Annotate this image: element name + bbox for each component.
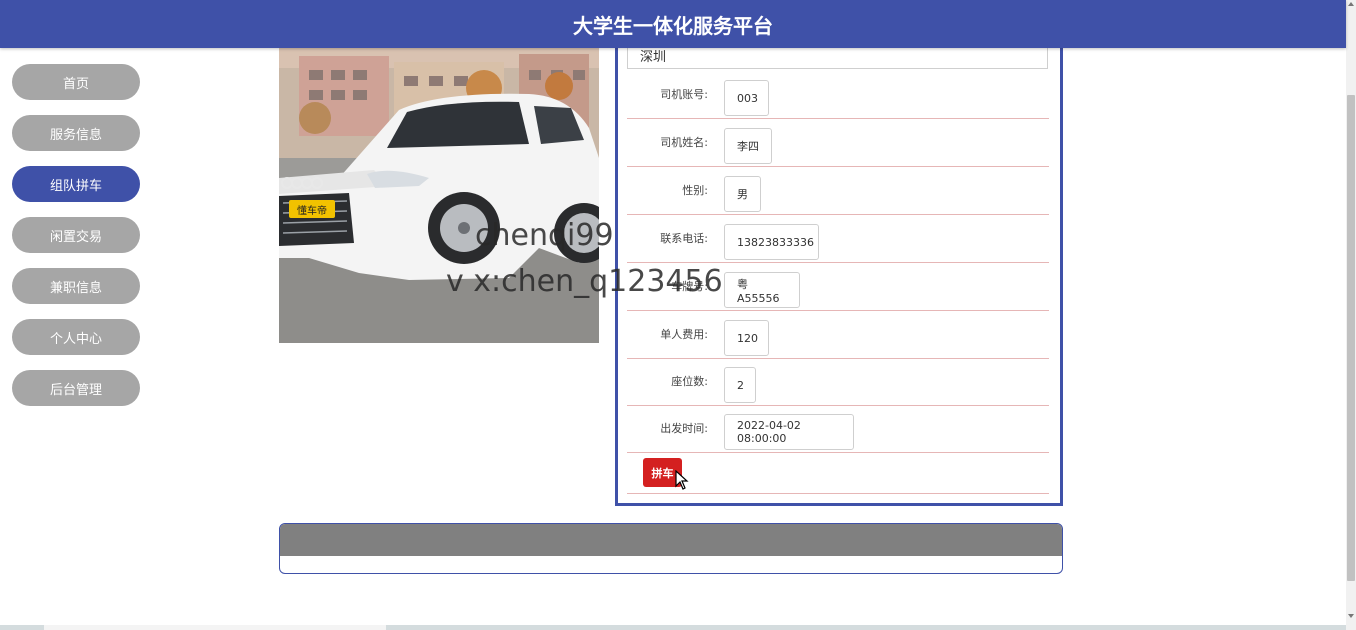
field-label: 座位数: [671, 375, 708, 388]
sidebar-item-services[interactable]: 服务信息 [12, 115, 140, 151]
field-value: 李四 [724, 128, 772, 164]
field-value: 2 [724, 367, 756, 403]
field-row-phone: 联系电话: 13823833336 [627, 214, 1049, 263]
mouse-cursor-icon [675, 470, 689, 490]
scroll-down-arrow-icon[interactable] [1348, 614, 1354, 618]
bottom-strip [0, 625, 1346, 630]
bottom-strip-segment [44, 625, 386, 630]
field-value: 粤A55556 [724, 272, 800, 308]
sidebar-item-carpool[interactable]: 组队拼车 [12, 166, 140, 202]
field-label: 单人费用: [660, 328, 708, 341]
field-row-departure: 出发时间: 2022-04-02 08:00:00 [627, 404, 1049, 453]
field-row-gender: 性别: 男 [627, 166, 1049, 215]
vertical-scrollbar[interactable] [1346, 0, 1356, 630]
field-row-cost: 单人费用: 120 [627, 310, 1049, 359]
field-row-driver-account: 司机账号: 003 [627, 70, 1049, 119]
plate-badge-text: 懂车帝 [297, 204, 327, 217]
sidebar-item-admin[interactable]: 后台管理 [12, 370, 140, 406]
action-row: 拼车 [627, 452, 1049, 494]
scroll-thumb[interactable] [1347, 95, 1355, 581]
sidebar-item-parttime[interactable]: 兼职信息 [12, 268, 140, 304]
car-image: 懂车帝 [279, 48, 599, 343]
field-label: 出发时间: [660, 422, 708, 435]
field-label: 性别: [682, 184, 708, 197]
field-value: 120 [724, 320, 769, 356]
field-value: 13823833336 [724, 224, 819, 260]
field-value: 2022-04-02 08:00:00 [724, 414, 854, 450]
field-row-plate: 车牌号: 粤A55556 [627, 262, 1049, 311]
field-value: 003 [724, 80, 769, 116]
field-row-seats: 座位数: 2 [627, 357, 1049, 406]
field-row-driver-name: 司机姓名: 李四 [627, 118, 1049, 167]
scroll-up-arrow-icon[interactable] [1348, 2, 1354, 6]
field-label: 司机姓名: [660, 136, 708, 149]
comment-panel-header [280, 524, 1062, 556]
top-header: 大学生一体化服务平台 [0, 0, 1346, 48]
sidebar-item-profile[interactable]: 个人中心 [12, 319, 140, 355]
field-label: 司机账号: [660, 88, 708, 101]
sidebar-item-home[interactable]: 首页 [12, 64, 140, 100]
field-label: 车牌号: [671, 280, 708, 293]
sidebar-item-secondhand[interactable]: 闲置交易 [12, 217, 140, 253]
field-label: 联系电话: [660, 232, 708, 245]
page-title: 大学生一体化服务平台 [573, 13, 773, 38]
field-value: 男 [724, 176, 761, 212]
car-illustration: 懂车帝 [279, 48, 599, 343]
comment-panel [279, 523, 1063, 574]
